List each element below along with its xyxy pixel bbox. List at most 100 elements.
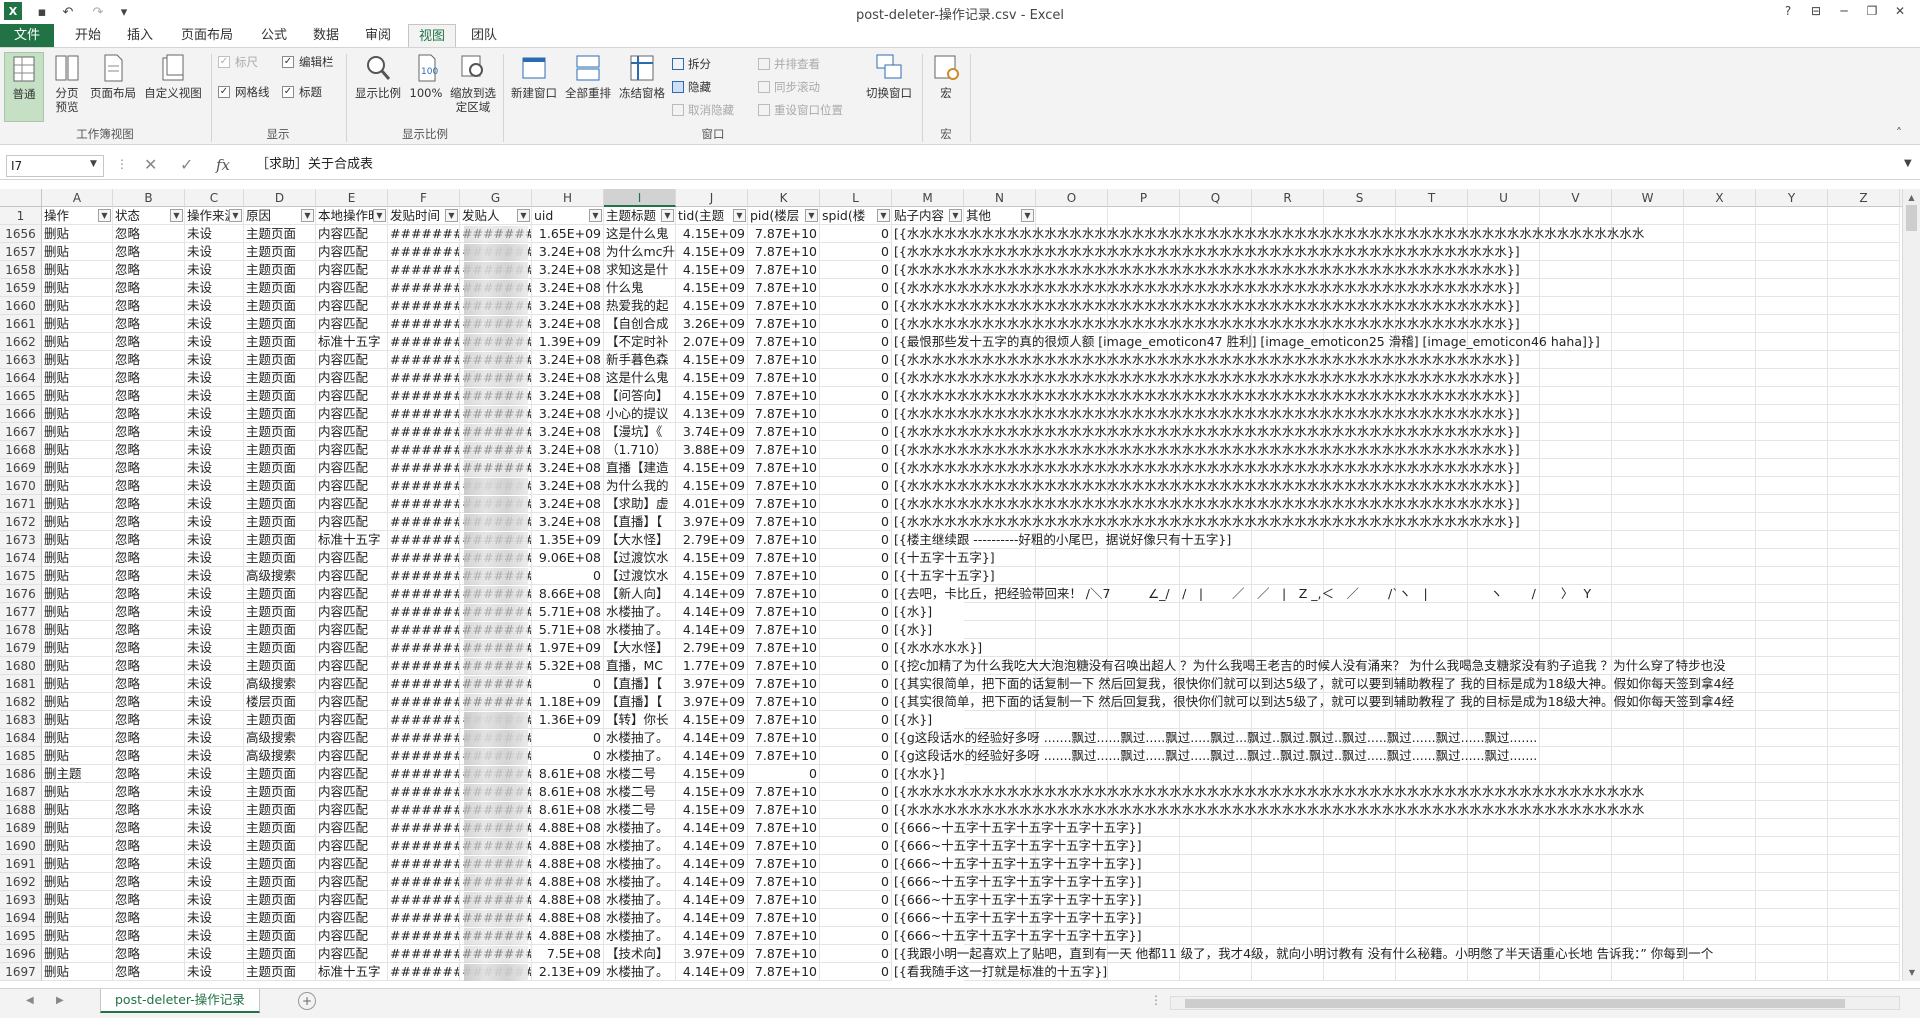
table-cell[interactable]: 水楼抽了。 [604, 747, 676, 765]
table-cell[interactable]: 0 [532, 567, 604, 585]
table-cell[interactable]: 2.07E+09 [676, 333, 748, 351]
table-cell[interactable]: 4.88E+08 [532, 909, 604, 927]
row-header[interactable]: 1 [0, 207, 42, 225]
table-cell[interactable]: 【直播】【 [604, 513, 676, 531]
table-cell[interactable]: 未设 [185, 315, 244, 333]
minimize-icon[interactable]: ─ [1830, 0, 1858, 22]
table-cell[interactable]: 未设 [185, 657, 244, 675]
table-cell[interactable]: 3.26E+09 [676, 315, 748, 333]
table-cell[interactable]: 忽略 [113, 513, 185, 531]
table-cell[interactable]: 忽略 [113, 243, 185, 261]
table-cell[interactable]: 未设 [185, 711, 244, 729]
table-cell[interactable]: 水楼二号 [604, 765, 676, 783]
table-cell[interactable]: 水楼二号 [604, 783, 676, 801]
table-cell[interactable]: 删贴 [42, 927, 113, 945]
table-cell[interactable]: 删贴 [42, 675, 113, 693]
table-cell[interactable]: 主题页面 [244, 711, 316, 729]
table-cell[interactable]: ######## [388, 729, 460, 747]
table-cell[interactable]: 3.24E+08 [532, 351, 604, 369]
table-cell[interactable]: 主题页面 [244, 945, 316, 963]
table-cell[interactable]: 4.15E+09 [676, 297, 748, 315]
table-cell[interactable]: 忽略 [113, 837, 185, 855]
table-cell[interactable]: 忽略 [113, 873, 185, 891]
column-header-q[interactable]: Q [1180, 189, 1252, 207]
table-cell[interactable]: 4.14E+09 [676, 927, 748, 945]
column-header-h[interactable]: H [532, 189, 604, 207]
table-cell[interactable]: 未设 [185, 729, 244, 747]
table-cell[interactable]: 内容匹配 [316, 657, 388, 675]
table-cell[interactable]: 4.15E+09 [676, 243, 748, 261]
table-cell[interactable]: [{水水水水水水水水水水水水水水水水水水水水水水水水水水水水水水水水水水水水水水… [892, 477, 1902, 495]
table-cell[interactable]: 4.88E+08 [532, 891, 604, 909]
table-cell[interactable]: 7.87E+10 [748, 585, 820, 603]
table-cell[interactable]: 主题页面 [244, 765, 316, 783]
filter-dropdown-icon[interactable]: ▼ [98, 209, 111, 222]
table-cell[interactable]: 内容匹配 [316, 711, 388, 729]
table-cell[interactable]: ######## [388, 297, 460, 315]
column-header-j[interactable]: J [676, 189, 748, 207]
table-cell[interactable]: 7.87E+10 [748, 621, 820, 639]
table-cell[interactable]: 4.15E+09 [676, 765, 748, 783]
macros-button[interactable]: 宏 [928, 52, 964, 100]
table-cell[interactable]: ######## [388, 837, 460, 855]
table-cell[interactable]: 主题页面 [244, 423, 316, 441]
table-cell[interactable]: 4.88E+08 [532, 927, 604, 945]
formula-bar-checkbox[interactable]: ✓ 编辑栏 [282, 54, 334, 70]
table-cell[interactable]: 4.15E+09 [676, 567, 748, 585]
table-cell[interactable]: 未设 [185, 567, 244, 585]
table-cell[interactable]: 忽略 [113, 261, 185, 279]
table-cell[interactable]: 忽略 [113, 441, 185, 459]
table-cell[interactable]: 【不定时补 [604, 333, 676, 351]
table-cell[interactable]: 0 [820, 603, 892, 621]
table-cell[interactable]: 1.35E+09 [532, 531, 604, 549]
table-cell[interactable]: 删贴 [42, 963, 113, 981]
table-cell[interactable]: 删贴 [42, 279, 113, 297]
table-cell[interactable]: 删贴 [42, 855, 113, 873]
table-cell[interactable]: [{水水水水水水水水水水水水水水水水水水水水水水水水水水水水水水水水水水水水水水… [892, 441, 1902, 459]
table-cell[interactable]: 内容匹配 [316, 459, 388, 477]
table-cell[interactable]: 7.87E+10 [748, 783, 820, 801]
table-cell[interactable]: 3.24E+08 [532, 441, 604, 459]
table-cell[interactable]: 3.88E+09 [676, 441, 748, 459]
tab-insert[interactable]: 插入 [118, 24, 162, 48]
table-cell[interactable]: 3.24E+08 [532, 297, 604, 315]
table-cell[interactable]: 未设 [185, 513, 244, 531]
page-layout-view-button[interactable]: 页面布局 [88, 52, 138, 100]
table-cell[interactable]: 【直播】【 [604, 693, 676, 711]
table-cell[interactable]: 4.13E+09 [676, 405, 748, 423]
table-cell[interactable]: 5.71E+08 [532, 621, 604, 639]
table-cell[interactable]: 未设 [185, 909, 244, 927]
table-cell[interactable]: 水楼抽了。 [604, 729, 676, 747]
table-cell[interactable]: 忽略 [113, 477, 185, 495]
zoom-to-selection-button[interactable]: 缩放到选定区域 [448, 52, 498, 114]
row-header[interactable]: 1697 [0, 963, 42, 981]
row-header[interactable]: 1656 [0, 225, 42, 243]
table-cell[interactable]: 4.15E+09 [676, 801, 748, 819]
table-cell[interactable]: 忽略 [113, 639, 185, 657]
table-cell[interactable]: [{水水水水水水水水水水水水水水水水水水水水水水水水水水水水水水水水水水水水水水… [892, 513, 1902, 531]
table-cell[interactable]: 未设 [185, 369, 244, 387]
table-cell[interactable]: 3.97E+09 [676, 945, 748, 963]
table-cell[interactable]: 忽略 [113, 297, 185, 315]
table-cell[interactable]: ######## [388, 477, 460, 495]
table-cell[interactable]: [{水水}] [892, 765, 1902, 783]
table-cell[interactable]: 3.24E+08 [532, 513, 604, 531]
table-cell[interactable]: 删贴 [42, 495, 113, 513]
empty-cell[interactable] [1540, 207, 1612, 225]
table-cell[interactable]: 【过渡饮水 [604, 567, 676, 585]
table-cell[interactable]: 删贴 [42, 585, 113, 603]
table-cell[interactable]: 主题页面 [244, 441, 316, 459]
table-cell[interactable]: 内容匹配 [316, 351, 388, 369]
table-cell[interactable]: 3.24E+08 [532, 243, 604, 261]
table-cell[interactable]: 7.87E+10 [748, 891, 820, 909]
table-cell[interactable]: 删贴 [42, 351, 113, 369]
table-cell[interactable]: 未设 [185, 639, 244, 657]
table-cell[interactable]: 删贴 [42, 459, 113, 477]
collapse-ribbon-icon[interactable]: ˄ [1896, 126, 1902, 140]
table-cell[interactable]: 0 [820, 495, 892, 513]
table-cell[interactable]: 未设 [185, 675, 244, 693]
empty-cell[interactable] [1468, 207, 1540, 225]
table-cell[interactable]: 7.87E+10 [748, 423, 820, 441]
table-cell[interactable]: 主题页面 [244, 621, 316, 639]
table-cell[interactable]: 这是什么鬼 [604, 225, 676, 243]
